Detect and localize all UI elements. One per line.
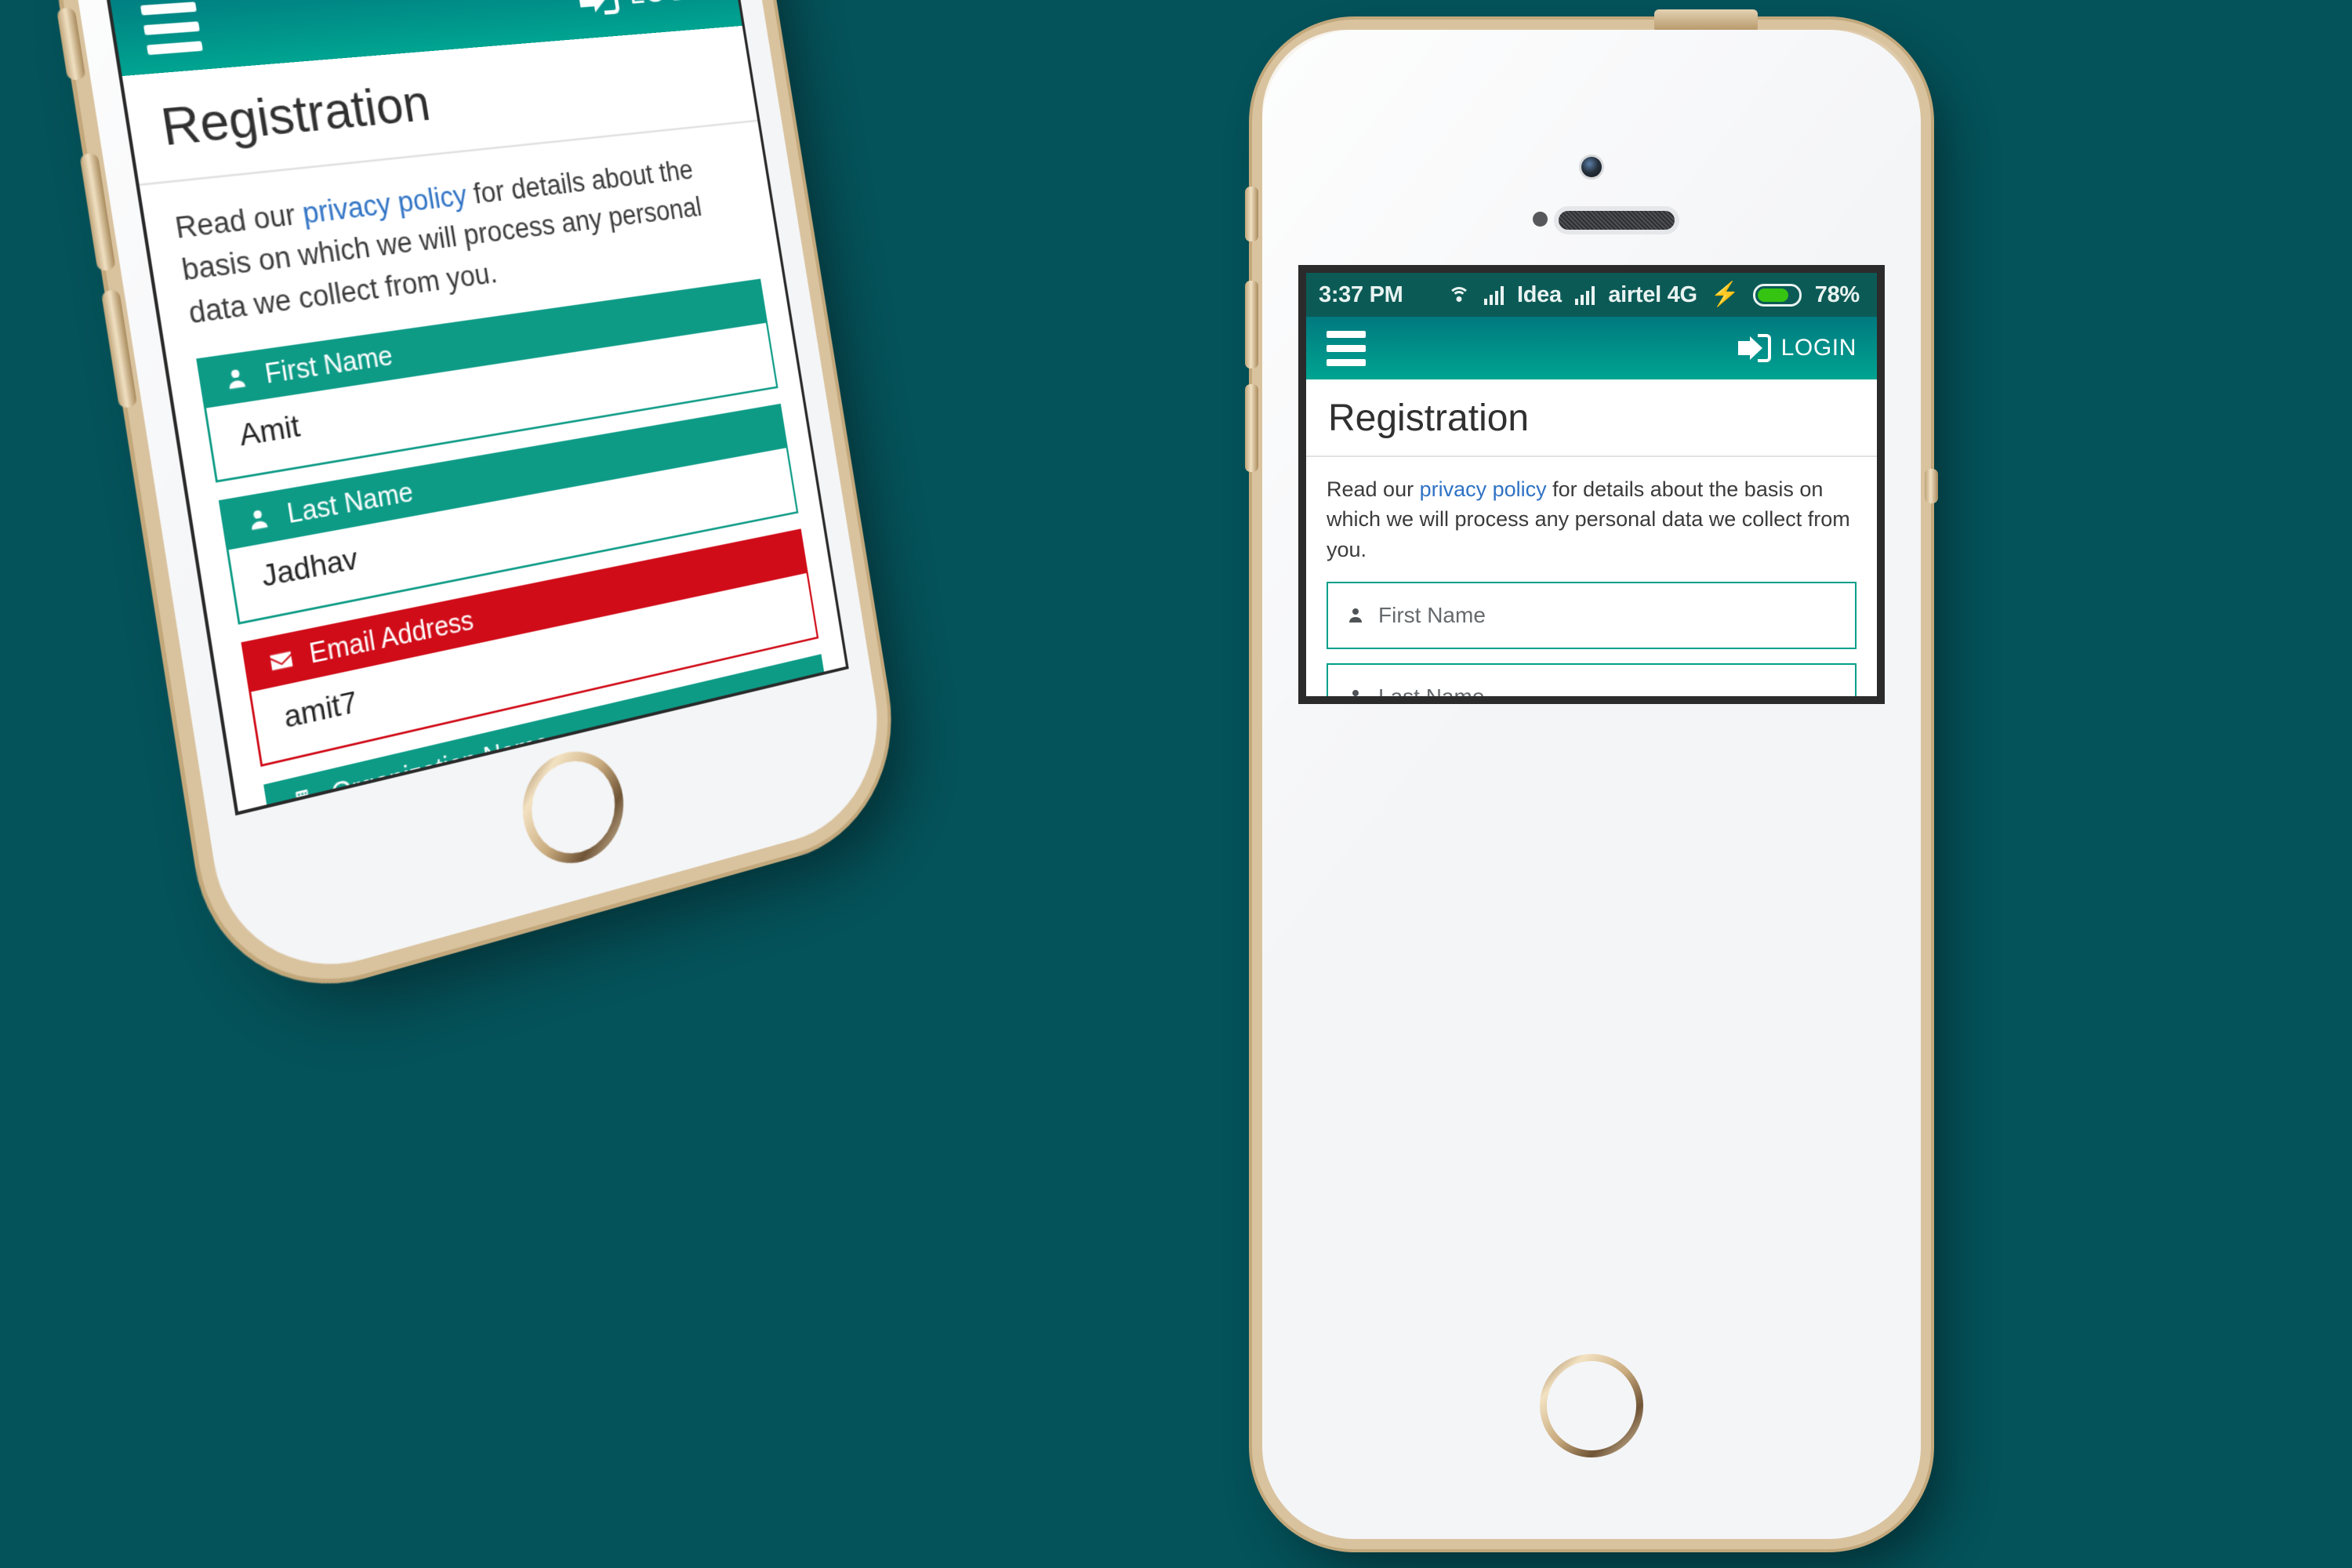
lightning-bolt-icon: ⚡: [1710, 281, 1740, 307]
silent-switch-button[interactable]: [56, 7, 86, 81]
battery-icon: [1752, 283, 1802, 307]
page-content: Registration Read our privacy policy for…: [1306, 379, 1877, 696]
home-button[interactable]: [514, 741, 632, 875]
user-icon: [241, 505, 277, 535]
building-icon: [285, 786, 321, 811]
hamburger-menu-icon[interactable]: [140, 1, 203, 55]
field-first-name[interactable]: First Name: [1327, 581, 1857, 649]
privacy-notice-prefix: Read our: [1327, 477, 1420, 501]
volume-up-button[interactable]: [79, 152, 116, 272]
envelope-icon: [263, 645, 299, 677]
status-time: 3:37 PM: [1319, 281, 1403, 307]
power-button[interactable]: [1925, 469, 1938, 503]
page-title: Registration: [1306, 379, 1877, 457]
status-bar: 3:37 PM Idea airtel 4G ⚡ 78%: [1306, 273, 1877, 317]
proximity-sensor-icon: [1533, 212, 1548, 227]
earpiece-speaker: [1559, 211, 1675, 230]
silent-switch-button[interactable]: [1245, 187, 1258, 241]
signal-bars-icon: [1483, 285, 1504, 305]
scene: LOGIN Registration Read our privacy poli…: [0, 0, 2352, 1568]
volume-down-button[interactable]: [1245, 384, 1258, 472]
page-content: Registration Read our privacy policy for…: [122, 25, 846, 811]
top-tray: [1654, 9, 1758, 30]
sign-in-icon: [576, 0, 620, 16]
phone-device-right: 3:37 PM Idea airtel 4G ⚡ 78% LOGIN Regis…: [1245, 9, 1938, 1539]
phone-screen-left: LOGIN Registration Read our privacy poli…: [107, 0, 846, 811]
volume-up-button[interactable]: [1245, 281, 1258, 368]
battery-percent-label: 78%: [1814, 281, 1860, 307]
registration-form: First Name Last Name Ema: [1306, 581, 1877, 696]
sign-in-icon: [1737, 334, 1771, 362]
volume-down-button[interactable]: [100, 289, 138, 409]
field-placeholder: Last Name: [1378, 684, 1484, 696]
registration-form-filled: First Name Amit Last Name Jadhav Email A…: [168, 276, 846, 811]
phone-device-left: LOGIN Registration Read our privacy poli…: [56, 0, 894, 995]
login-button-label: LOGIN: [626, 0, 717, 12]
privacy-notice-prefix: Read our: [172, 198, 306, 245]
login-button-label: LOGIN: [1780, 335, 1857, 361]
front-camera-icon: [1581, 157, 1602, 177]
wifi-icon: [1447, 285, 1471, 304]
privacy-policy-link[interactable]: privacy policy: [1420, 477, 1547, 501]
login-button[interactable]: LOGIN: [576, 0, 717, 16]
user-icon: [1344, 606, 1367, 625]
sim2-carrier-label: airtel 4G: [1608, 281, 1697, 307]
field-last-name[interactable]: Last Name: [1327, 662, 1857, 696]
hamburger-menu-icon[interactable]: [1327, 330, 1366, 366]
user-icon: [218, 365, 254, 394]
phone-screen-right: 3:37 PM Idea airtel 4G ⚡ 78% LOGIN Regis…: [1298, 265, 1885, 704]
sim1-carrier-label: Idea: [1517, 281, 1562, 307]
bezel-sheen: [1262, 30, 1921, 1539]
field-placeholder: First Name: [1378, 602, 1486, 627]
app-bar: LOGIN: [1306, 317, 1877, 379]
privacy-notice: Read our privacy policy for details abou…: [1306, 457, 1877, 582]
user-icon: [1344, 688, 1367, 696]
home-button[interactable]: [1540, 1354, 1643, 1457]
signal-bars-icon: [1574, 285, 1595, 305]
login-button[interactable]: LOGIN: [1737, 334, 1857, 362]
